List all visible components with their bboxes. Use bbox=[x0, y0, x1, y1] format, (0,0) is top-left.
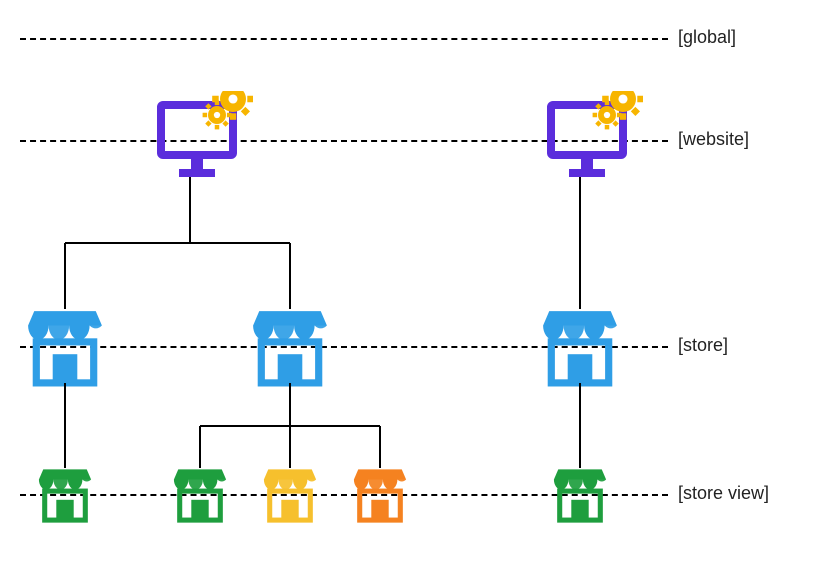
connector bbox=[289, 426, 291, 469]
store-view-node bbox=[351, 465, 409, 523]
website-node bbox=[545, 91, 643, 181]
store-view-node bbox=[36, 465, 94, 523]
level-label-store_view: [store view] bbox=[678, 483, 769, 504]
store-node bbox=[539, 305, 621, 387]
store-node bbox=[24, 305, 106, 387]
store-node bbox=[249, 305, 331, 387]
level-line-global bbox=[20, 38, 668, 40]
connector bbox=[579, 177, 581, 309]
level-label-store: [store] bbox=[678, 335, 728, 356]
level-label-global: [global] bbox=[678, 27, 736, 48]
connector bbox=[199, 426, 201, 469]
connector bbox=[289, 383, 291, 426]
store-view-node bbox=[261, 465, 319, 523]
level-label-website: [website] bbox=[678, 129, 749, 150]
store-view-node bbox=[551, 465, 609, 523]
connector bbox=[379, 426, 381, 469]
website-node bbox=[155, 91, 253, 181]
connector bbox=[65, 242, 290, 244]
connector bbox=[64, 243, 66, 309]
connector bbox=[64, 383, 66, 468]
connector bbox=[579, 383, 581, 468]
connector bbox=[189, 177, 191, 243]
connector bbox=[289, 243, 291, 309]
store-view-node bbox=[171, 465, 229, 523]
diagram-stage: [global] [website] [store] [store view] bbox=[0, 0, 832, 570]
